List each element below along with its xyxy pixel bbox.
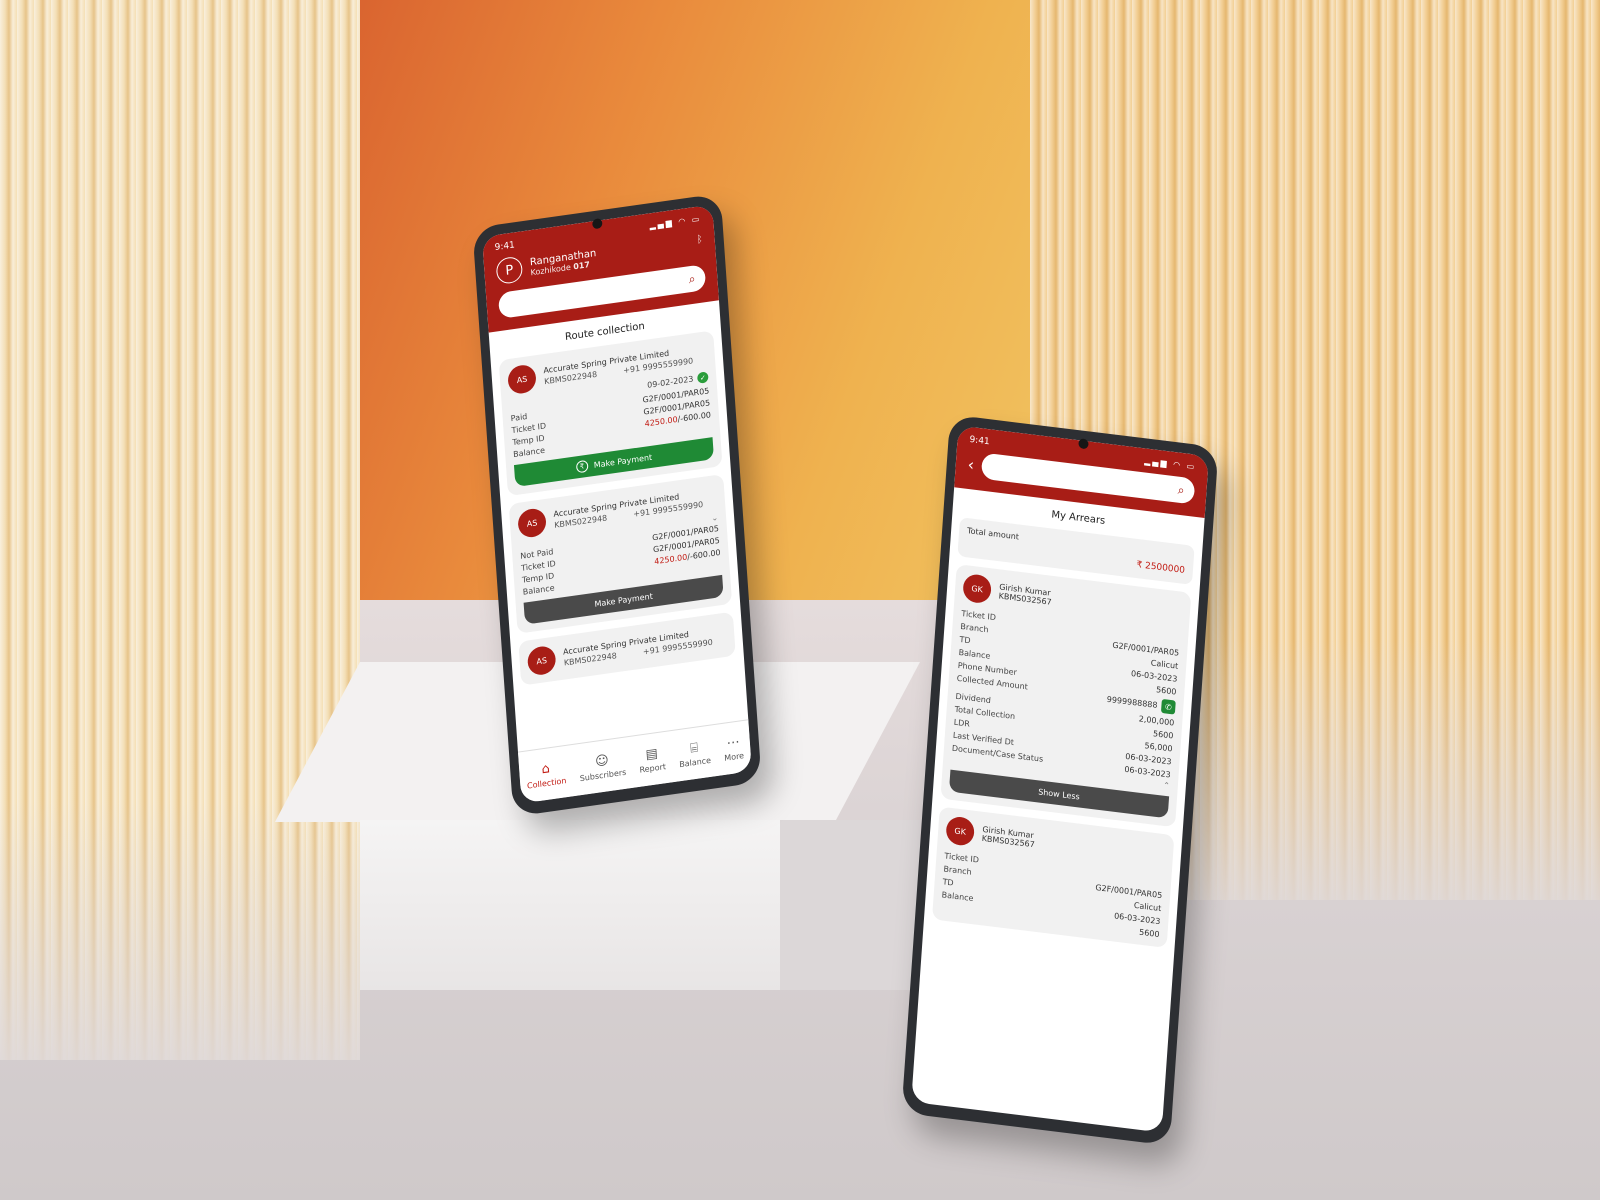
pedestal-side: [780, 820, 920, 990]
phone-screen: 9:41 ▂▄▆ ◠ ▭ P Ranganathan Kozhikode 017…: [481, 204, 752, 804]
phone-route-collection: 9:41 ▂▄▆ ◠ ▭ P Ranganathan Kozhikode 017…: [472, 193, 762, 817]
payment-icon: ₹: [575, 459, 589, 474]
list-item[interactable]: GK Girish Kumar KBMS032567 Ticket ID Bra…: [940, 564, 1192, 828]
payment-date: 09-02-2023: [646, 374, 694, 390]
background-scene: [0, 0, 1600, 1200]
bank-icon: ⌸: [689, 739, 699, 757]
report-icon: ▤: [645, 745, 659, 763]
avatar: AS: [507, 363, 537, 396]
avatar: GK: [945, 815, 976, 847]
home-icon: ⌂: [541, 760, 551, 777]
users-icon: ☺: [594, 752, 610, 770]
status-time: 9:41: [969, 434, 990, 448]
avatar: AS: [517, 507, 547, 539]
search-icon[interactable]: ⌕: [1177, 482, 1185, 498]
list-item[interactable]: AS Accurate Spring Private Limited KBMS0…: [498, 330, 723, 497]
back-arrow-icon[interactable]: ‹: [967, 454, 975, 474]
left-curtain: [0, 0, 360, 1060]
avatar: P: [495, 255, 524, 286]
phone-screen: 9:41 ▂▄▆ ◠ ▭ ‹ ⌕ My Arrears Total amount…: [911, 425, 1209, 1133]
search-icon[interactable]: ⌕: [688, 271, 696, 287]
list-item[interactable]: AS Accurate Spring Private Limited KBMS0…: [508, 473, 733, 634]
nav-collection[interactable]: ⌂ Collection: [526, 759, 567, 790]
nav-subscribers[interactable]: ☺ Subscribers: [578, 750, 626, 783]
phone-call-icon[interactable]: ✆: [1160, 698, 1176, 715]
bluetooth-icon[interactable]: ᛒ: [696, 234, 703, 246]
signal-wifi-battery-icon: ▂▄▆ ◠ ▭: [1144, 456, 1197, 472]
pedestal-front: [360, 820, 780, 990]
nav-more[interactable]: ⋯ More: [723, 734, 744, 762]
avatar: GK: [962, 573, 993, 605]
more-icon: ⋯: [726, 734, 741, 751]
status-time: 9:41: [494, 240, 516, 254]
check-icon: ✓: [696, 371, 709, 384]
nav-report[interactable]: ▤ Report: [638, 745, 666, 775]
signal-wifi-battery-icon: ▂▄▆ ◠ ▭: [649, 214, 702, 231]
list-item[interactable]: GK Girish Kumar KBMS032567 Ticket ID Bra…: [931, 806, 1175, 949]
nav-balance[interactable]: ⌸ Balance: [678, 738, 711, 769]
phone-my-arrears: 9:41 ▂▄▆ ◠ ▭ ‹ ⌕ My Arrears Total amount…: [901, 414, 1219, 1146]
avatar: AS: [526, 644, 557, 677]
